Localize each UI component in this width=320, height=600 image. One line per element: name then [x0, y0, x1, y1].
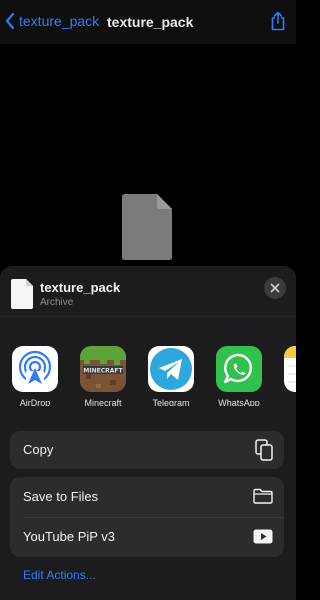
copy-group: Copy — [10, 431, 284, 469]
svg-text:MINECRAFT: MINECRAFT — [83, 368, 123, 375]
copy-label: Copy — [23, 442, 54, 457]
app-label: WhatsApp — [218, 398, 260, 406]
folder-icon — [253, 488, 273, 504]
share-button[interactable] — [270, 11, 286, 36]
copy-action[interactable]: Copy — [10, 431, 284, 469]
play-icon — [253, 529, 273, 544]
youtube-pip-action[interactable]: YouTube PiP v3 — [10, 517, 284, 557]
divider — [0, 316, 296, 317]
share-icon — [271, 11, 285, 31]
navigation-bar: texture_pack texture_pack — [0, 0, 296, 44]
save-to-files-action[interactable]: Save to Files — [10, 477, 284, 517]
edit-actions-link[interactable]: Edit Actions... — [23, 568, 96, 582]
copy-icon — [255, 439, 273, 461]
close-icon — [270, 283, 280, 293]
chevron-left-icon — [5, 12, 15, 30]
app-whatsapp[interactable]: WhatsApp — [209, 346, 269, 406]
notes-icon — [284, 346, 296, 392]
page-title: texture_pack — [107, 14, 194, 30]
app-label: AirDrop — [19, 398, 51, 406]
airdrop-icon — [12, 346, 58, 392]
app-minecraft[interactable]: MINECRAFT Minecraft — [73, 346, 133, 406]
actions-group: Save to Files YouTube PiP v3 — [10, 477, 284, 557]
close-button[interactable] — [264, 277, 286, 299]
share-sheet: texture_pack Archive AirDrop MINECRAFT M… — [0, 266, 296, 600]
app-telegram[interactable]: Telegram — [141, 346, 201, 406]
telegram-icon — [148, 346, 194, 392]
back-button[interactable]: texture_pack — [4, 12, 99, 30]
app-airdrop[interactable]: AirDrop — [5, 346, 65, 406]
app-label: Telegram — [152, 398, 190, 406]
save-to-files-label: Save to Files — [23, 489, 99, 504]
youtube-pip-label: YouTube PiP v3 — [23, 529, 116, 544]
file-name: texture_pack — [40, 280, 121, 295]
minecraft-icon: MINECRAFT — [80, 346, 126, 392]
file-icon — [11, 279, 33, 309]
whatsapp-icon — [216, 346, 262, 392]
app-share-row: AirDrop MINECRAFT Minecraft Telegram Wha… — [0, 346, 296, 406]
document-preview-icon — [122, 194, 172, 260]
app-label: Minecraft — [84, 398, 122, 406]
file-type: Archive — [40, 297, 74, 308]
app-notes[interactable] — [277, 346, 296, 392]
back-label: texture_pack — [19, 13, 100, 29]
